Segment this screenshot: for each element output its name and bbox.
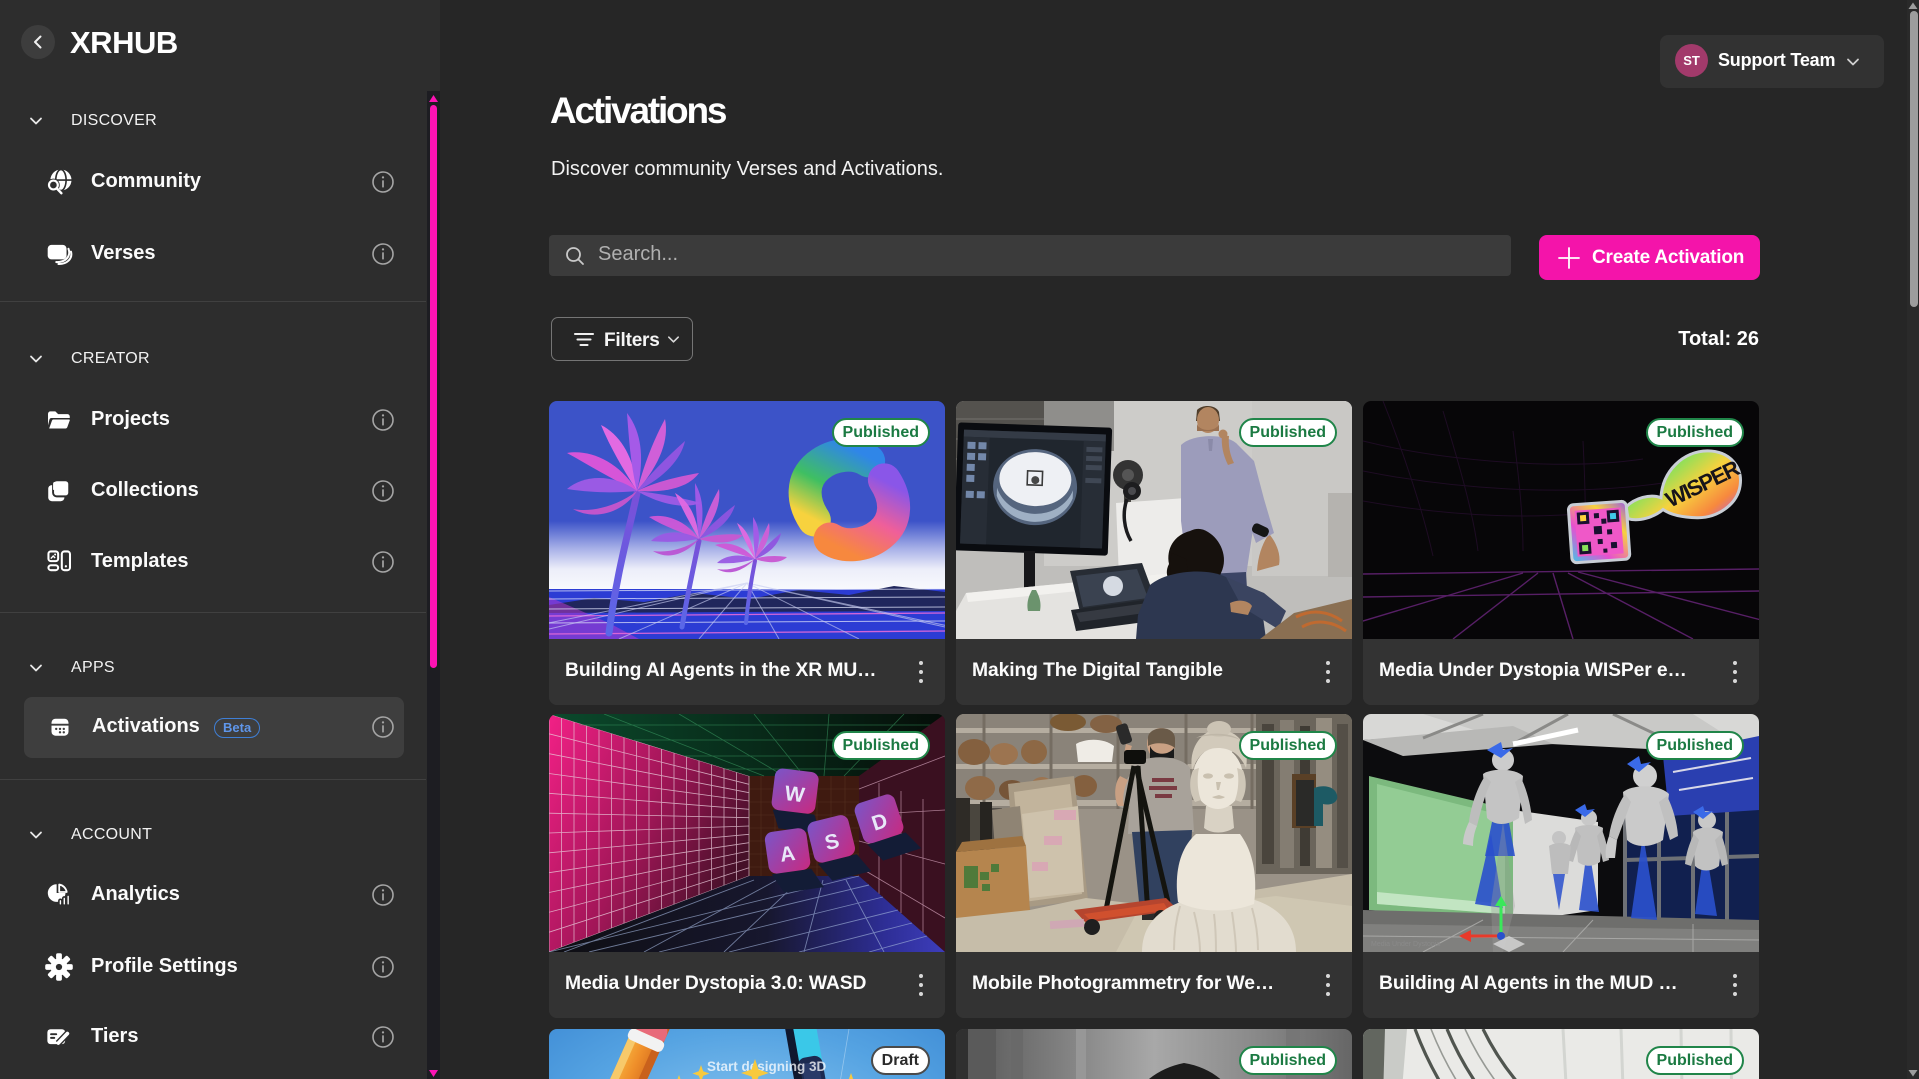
- svg-text:W: W: [783, 782, 806, 807]
- svg-text:Media Under Dystopia: Media Under Dystopia: [1371, 941, 1440, 948]
- svg-text:A: A: [779, 842, 797, 867]
- svg-text:3D: 3D: [809, 1059, 827, 1074]
